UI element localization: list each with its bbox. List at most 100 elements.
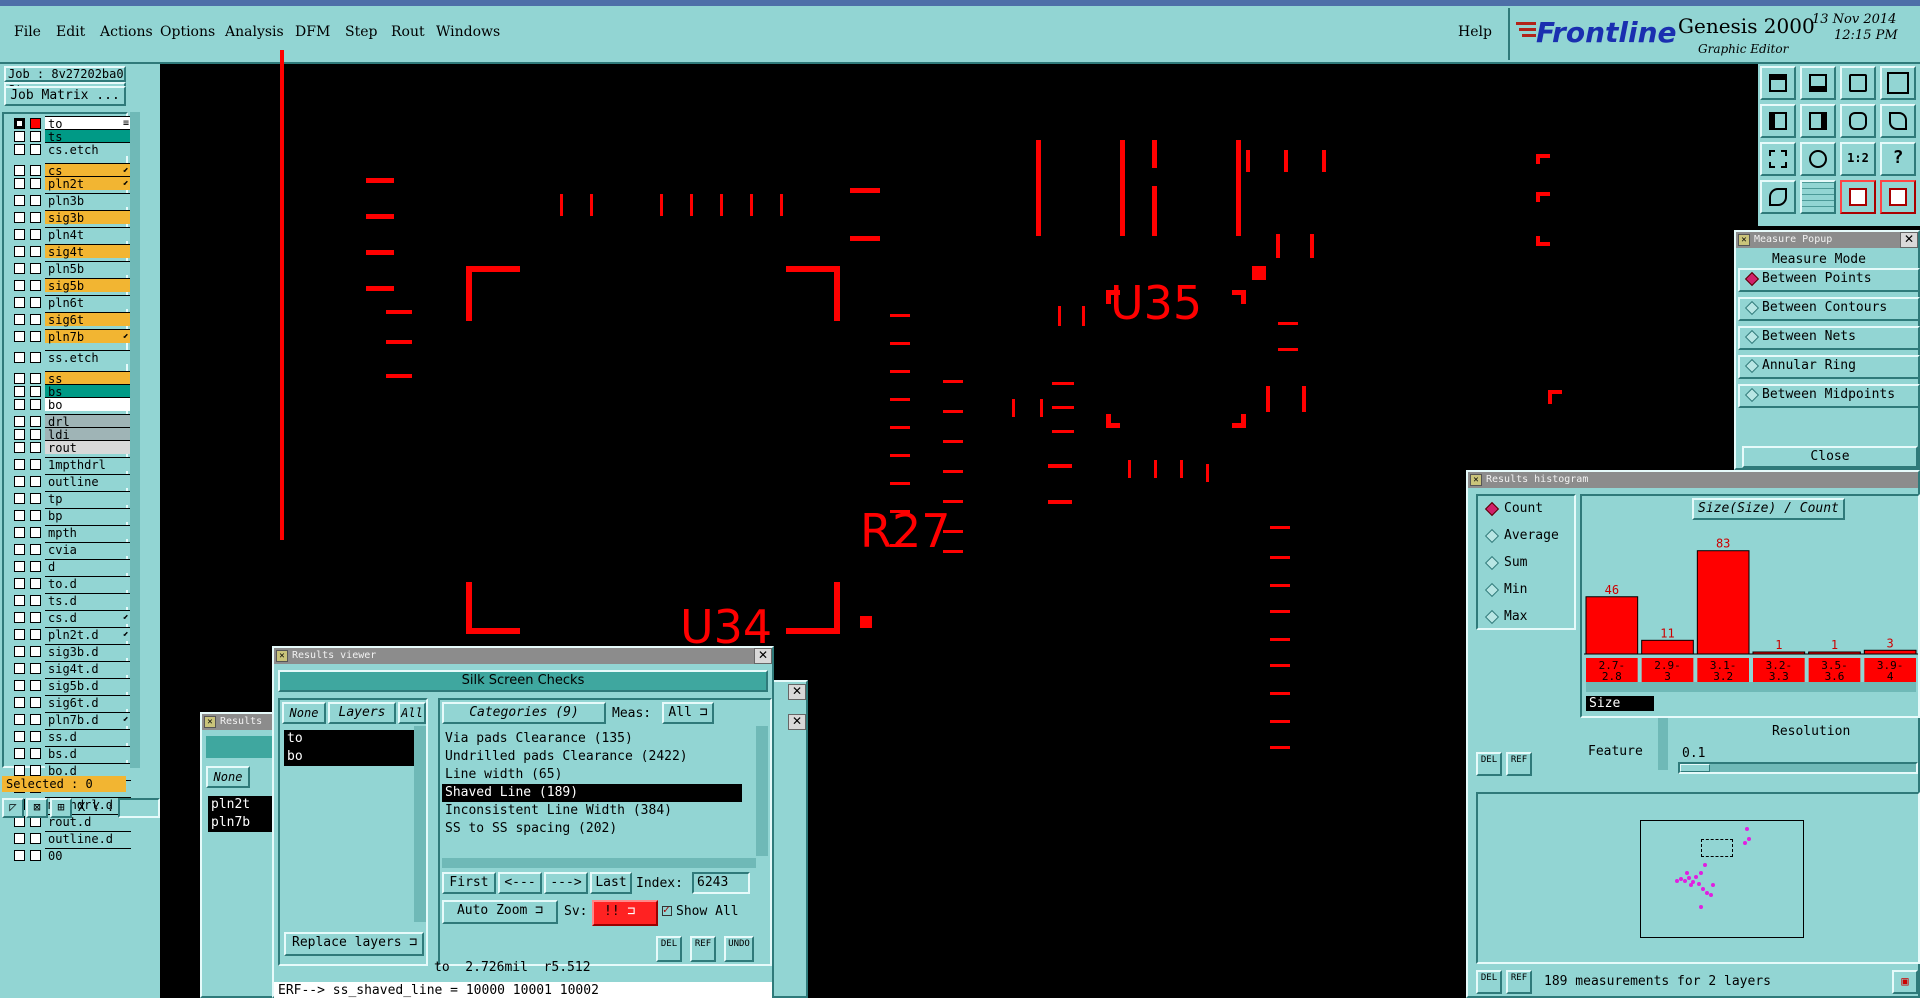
affected-checkbox[interactable]: [30, 263, 41, 274]
affected-checkbox[interactable]: [30, 476, 41, 487]
layer-checkbox[interactable]: [14, 352, 25, 363]
export-icon[interactable]: ▣: [1892, 970, 1918, 994]
layers-button[interactable]: Layers: [328, 702, 396, 724]
affected-checkbox[interactable]: [30, 629, 41, 640]
histogram-bar[interactable]: [1641, 639, 1694, 655]
layer-row[interactable]: 1mpthdrl: [8, 457, 131, 472]
category-item[interactable]: Via pads Clearance (135): [442, 730, 742, 748]
categories-hscroll[interactable]: [442, 858, 756, 868]
layer-row[interactable]: pln3b: [8, 193, 131, 208]
histogram-bar[interactable]: [1863, 649, 1917, 655]
layer-checkbox[interactable]: [14, 612, 25, 623]
measure-tool-icon[interactable]: [1760, 180, 1796, 214]
layer-row[interactable]: rout: [8, 440, 131, 455]
affected-checkbox[interactable]: [30, 714, 41, 725]
histogram-option[interactable]: Max: [1480, 608, 1527, 626]
measure-mode-option[interactable]: Between Contours: [1738, 297, 1920, 321]
close-icon[interactable]: ✕: [788, 714, 806, 730]
layer-checkbox[interactable]: [14, 416, 25, 427]
layer-row[interactable]: sig5b.d: [8, 678, 131, 693]
grid-icon[interactable]: [1800, 180, 1836, 214]
measure-mode-option[interactable]: Between Points: [1738, 268, 1920, 292]
affected-checkbox[interactable]: [30, 131, 41, 142]
bg-none-button[interactable]: None: [206, 766, 250, 788]
category-list[interactable]: Via pads Clearance (135) Undrilled pads C…: [442, 730, 742, 838]
layer-row[interactable]: pln6t: [8, 295, 131, 310]
layer-checkbox[interactable]: [14, 246, 25, 257]
pan-right-icon[interactable]: [1800, 104, 1836, 138]
layer-checkbox[interactable]: [14, 527, 25, 538]
close-icon[interactable]: ✕: [754, 648, 772, 664]
affected-checkbox[interactable]: [30, 561, 41, 572]
pan-left-icon[interactable]: [1760, 104, 1796, 138]
affected-checkbox[interactable]: [30, 510, 41, 521]
layer-checkbox[interactable]: [14, 748, 25, 759]
layer-checkbox[interactable]: [14, 195, 25, 206]
histogram-titlebar[interactable]: ✕ Results histogram: [1468, 472, 1918, 488]
affected-checkbox[interactable]: [30, 352, 41, 363]
map-del-button[interactable]: DEL: [1476, 970, 1502, 994]
layer-checkbox[interactable]: [14, 493, 25, 504]
close-icon[interactable]: ✕: [788, 684, 806, 700]
category-item[interactable]: Inconsistent Line Width (384): [442, 802, 742, 820]
histogram-option[interactable]: Min: [1480, 581, 1527, 599]
layer-row[interactable]: pln5b: [8, 261, 131, 276]
affected-checkbox[interactable]: [30, 748, 41, 759]
scale-1to2-icon[interactable]: 1:2: [1840, 142, 1876, 176]
layer-checkbox[interactable]: [14, 731, 25, 742]
measure-mode-option[interactable]: Annular Ring: [1738, 355, 1920, 379]
layer-row[interactable]: pln2t ⬋: [8, 176, 131, 191]
layer-row[interactable]: sig6t: [8, 312, 131, 327]
affected-checkbox[interactable]: [30, 680, 41, 691]
layer-row[interactable]: outline: [8, 474, 131, 489]
index-input[interactable]: 6243: [692, 872, 750, 894]
layer-row[interactable]: sig3b: [8, 210, 131, 225]
redraw-icon[interactable]: [1880, 104, 1916, 138]
layer-checkbox[interactable]: [14, 561, 25, 572]
layer-checkbox[interactable]: [14, 280, 25, 291]
measure-popup-titlebar[interactable]: ✕ Measure Popup ✕: [1736, 232, 1918, 248]
layer-row[interactable]: sig4t.d: [8, 661, 131, 676]
layer-row[interactable]: tp: [8, 491, 131, 506]
layer-checkbox[interactable]: [14, 131, 25, 142]
select-tool-icon[interactable]: ◸: [2, 798, 24, 818]
layer-row[interactable]: pln2t.d ⬋: [8, 627, 131, 642]
layer-checkbox[interactable]: [14, 229, 25, 240]
show-all-checkbox[interactable]: Show All: [662, 903, 739, 919]
grid-tool-icon[interactable]: ⊞: [50, 798, 72, 818]
histogram-hscroll[interactable]: [1586, 682, 1916, 692]
layer-checkbox[interactable]: [14, 833, 25, 844]
histogram-bar[interactable]: [1585, 596, 1639, 655]
affected-checkbox[interactable]: [30, 429, 41, 440]
layer-row[interactable]: bo: [8, 397, 131, 412]
severity-menu[interactable]: !! ⊐: [592, 900, 658, 926]
affected-checkbox[interactable]: [30, 442, 41, 453]
overview-board[interactable]: [1640, 820, 1804, 938]
measure-mode-option[interactable]: Between Nets: [1738, 326, 1920, 350]
layer-checkbox[interactable]: [14, 544, 25, 555]
layer-checkbox[interactable]: [14, 850, 25, 861]
layer-row[interactable]: mpth: [8, 525, 131, 540]
help-icon[interactable]: ?: [1880, 142, 1916, 176]
window-menu-icon[interactable]: ✕: [1470, 474, 1482, 486]
affected-checkbox[interactable]: [30, 297, 41, 308]
layer-row[interactable]: cvia: [8, 542, 131, 557]
window-menu-icon[interactable]: ✕: [276, 650, 288, 662]
layer-checkbox[interactable]: [14, 680, 25, 691]
layer-checkbox[interactable]: [14, 442, 25, 453]
affected-checkbox[interactable]: [30, 118, 41, 129]
del-button[interactable]: DEL: [656, 936, 682, 962]
menu-help[interactable]: Help: [1458, 24, 1492, 40]
layer-row[interactable]: cs.d ⬋: [8, 610, 131, 625]
affected-checkbox[interactable]: [30, 399, 41, 410]
histogram-bar[interactable]: [1696, 550, 1750, 655]
layer-row[interactable]: ss.d: [8, 729, 131, 744]
affected-checkbox[interactable]: [30, 144, 41, 155]
layer-row[interactable]: bp: [8, 508, 131, 523]
prev-button[interactable]: <---: [498, 872, 542, 894]
layer-row[interactable]: bs.d: [8, 746, 131, 761]
affected-checkbox[interactable]: [30, 373, 41, 384]
affected-checkbox[interactable]: [30, 331, 41, 342]
replace-layers-menu[interactable]: Replace layers ⊐: [284, 932, 424, 956]
affected-checkbox[interactable]: [30, 578, 41, 589]
